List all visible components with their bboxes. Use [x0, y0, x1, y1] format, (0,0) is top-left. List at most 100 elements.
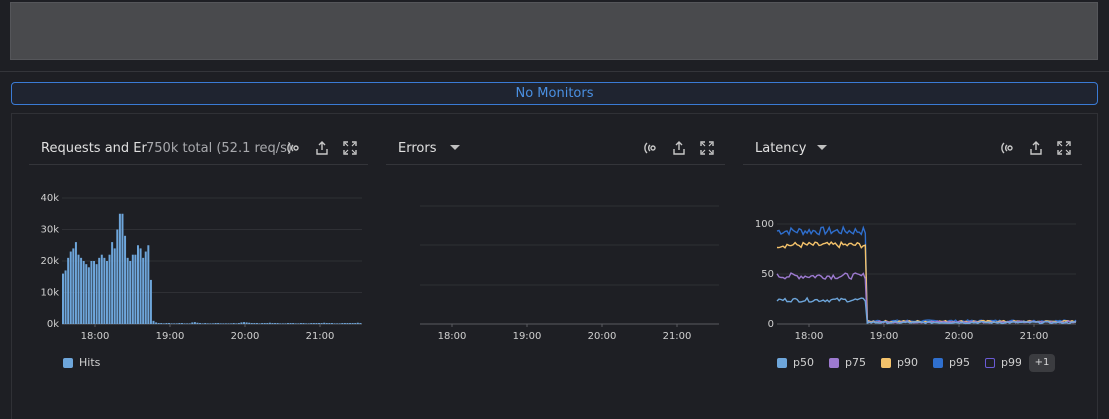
latency-panel: Latency 0 50 100 18:00 19:00 20:00 21:00 p50 p…	[743, 132, 1082, 382]
hits-bar	[305, 323, 308, 324]
hits-bar	[134, 254, 137, 324]
hits-bar	[118, 213, 121, 324]
hits-bar	[183, 323, 186, 324]
x-tick-label: 20:00	[588, 331, 617, 342]
hits-bar	[287, 323, 289, 324]
hits-bar	[175, 323, 178, 324]
x-tick-label: 19:00	[156, 331, 185, 342]
hits-bar	[72, 248, 75, 324]
legend-label: Hits	[79, 356, 101, 369]
errors-chart: 18:00 19:00 20:00 21:00	[420, 205, 719, 342]
hits-bar	[95, 264, 98, 324]
latency-chart: 0 50 100 18:00 19:00 20:00 21:00	[755, 219, 1077, 342]
hits-bar	[312, 323, 315, 324]
hits-bar	[162, 323, 165, 324]
legend-label: p50	[793, 356, 814, 369]
hits-bar	[199, 323, 202, 324]
hits-bar	[90, 261, 93, 324]
hits-bar	[116, 229, 119, 324]
hits-bar	[343, 323, 346, 324]
hits-bar	[281, 323, 284, 324]
hits-bar	[351, 323, 354, 324]
hits-bar	[299, 323, 302, 324]
hits-bar	[230, 323, 233, 324]
hits-bar	[356, 322, 359, 324]
hits-bar	[219, 323, 222, 324]
hits-bar	[276, 323, 279, 324]
hits-bar	[186, 323, 189, 324]
hits-bar	[212, 323, 214, 324]
x-tick-label: 19:00	[870, 331, 899, 342]
hits-bar	[180, 323, 183, 324]
p95-swatch	[933, 358, 943, 368]
p75-swatch	[829, 358, 839, 368]
x-tick-label: 21:00	[1020, 331, 1049, 342]
hits-bar	[103, 257, 106, 324]
hits-bar	[266, 323, 269, 324]
hits-bar	[261, 323, 264, 324]
hits-bar	[328, 323, 331, 324]
hits-bar	[188, 323, 191, 324]
hits-bar	[100, 254, 103, 324]
x-tick-label: 21:00	[663, 331, 692, 342]
latency-series-p95	[776, 225, 1077, 323]
hits-bar	[243, 322, 246, 324]
hits-bar	[237, 323, 240, 324]
hits-bar	[217, 323, 220, 324]
latency-series-p90	[776, 240, 1077, 324]
hits-bar	[201, 323, 204, 324]
hits-bar	[336, 323, 339, 324]
no-monitors-button[interactable]: No Monitors	[11, 82, 1098, 105]
hits-bar	[67, 257, 70, 324]
legend-label: p99	[1001, 356, 1021, 369]
hits-bar	[131, 254, 134, 324]
hits-bar	[292, 323, 295, 324]
hits-bar	[235, 323, 238, 324]
legend-item-p99[interactable]: p99	[985, 356, 1021, 370]
hits-bar	[80, 257, 83, 324]
y-tick-label: 30k	[40, 225, 59, 236]
hits-bar	[349, 323, 352, 324]
y-tick-label: 40k	[40, 193, 59, 204]
hits-bar	[64, 270, 67, 324]
hits-bar	[297, 323, 300, 324]
hits-bar	[245, 322, 248, 324]
y-tick-label: 20k	[40, 256, 59, 267]
x-tick-label: 20:00	[231, 331, 260, 342]
hits-bar	[126, 257, 129, 324]
latency-series-p75	[776, 272, 1077, 324]
hits-bar	[193, 322, 196, 324]
legend-more-button[interactable]: +1	[1029, 354, 1055, 372]
hits-bar	[149, 279, 152, 324]
hits-bar	[87, 267, 90, 324]
y-tick-label: 100	[755, 219, 774, 230]
hits-bar	[129, 261, 132, 324]
p90-swatch	[881, 358, 891, 368]
hits-bar	[248, 322, 251, 324]
hits-bar	[227, 323, 230, 324]
errors-panel: Errors 18:00 19:00 20:00 21:00	[386, 132, 725, 382]
hits-bar	[137, 245, 139, 324]
top-placeholder-bar	[10, 2, 1098, 60]
hits-bar	[325, 323, 328, 324]
x-tick-label: 19:00	[513, 331, 542, 342]
hits-bar	[173, 323, 176, 324]
y-tick-label: 10k	[40, 288, 59, 299]
hits-bar	[178, 323, 181, 324]
hits-bar	[191, 322, 194, 324]
hits-bar	[144, 251, 147, 324]
hits-bar	[354, 323, 357, 324]
legend-label: p90	[897, 356, 918, 369]
y-tick-label: 0	[768, 319, 774, 330]
hits-bar	[320, 323, 323, 324]
x-tick-label: 18:00	[795, 331, 824, 342]
hits-bar	[323, 322, 326, 324]
hits-bar	[310, 323, 313, 324]
hits-bar	[139, 248, 142, 324]
hits-bar	[240, 322, 243, 324]
hits-bar	[206, 323, 209, 324]
hits-bar	[165, 323, 168, 324]
hits-bar	[255, 323, 258, 324]
hits-bar	[142, 257, 145, 324]
hits-bar	[74, 242, 77, 324]
